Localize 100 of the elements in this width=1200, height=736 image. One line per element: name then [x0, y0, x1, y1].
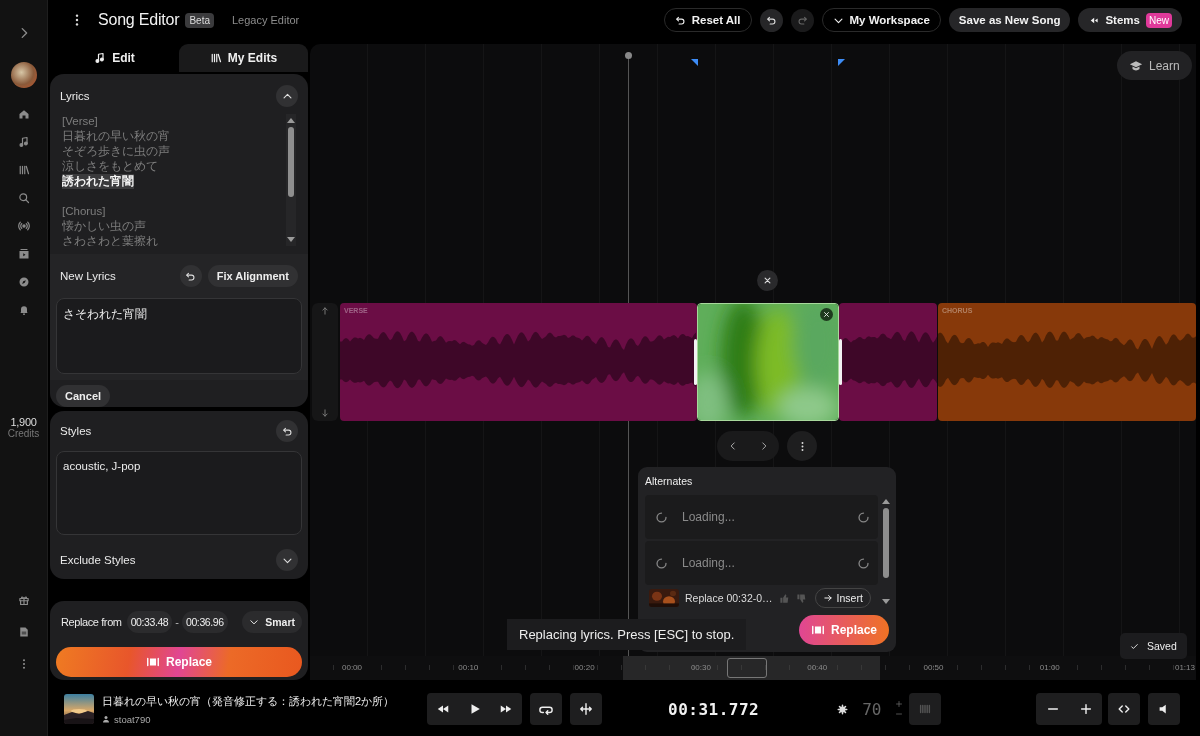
undo-button[interactable]: [179, 265, 202, 287]
artist-name: stoat790: [114, 713, 151, 725]
undo-icon: [674, 14, 686, 26]
playhead-handle[interactable]: [625, 52, 632, 59]
time-label: 00:00: [342, 663, 363, 672]
fix-alignment-button[interactable]: Fix Alignment: [207, 265, 298, 287]
range-separator: -: [175, 616, 179, 628]
audio-clip[interactable]: [839, 303, 937, 421]
start-time-field[interactable]: 00:33.48: [126, 611, 173, 633]
code-icon: [1117, 702, 1131, 716]
avatar[interactable]: [10, 62, 37, 88]
status-toast: Replacing lyrics. Press [ESC] to stop.: [507, 619, 747, 650]
spinner-icon: [655, 556, 668, 570]
replace-icon: [146, 655, 160, 669]
section-header: [Chorus]: [62, 204, 106, 219]
chevron-down-icon: [249, 617, 260, 627]
region-marker[interactable]: [691, 59, 698, 66]
styles-field[interactable]: acoustic, J-pop: [56, 451, 302, 535]
spinner-icon: [857, 510, 870, 524]
loading-text: Loading...: [682, 510, 736, 524]
song-title: 日暮れの早い秋の宵（発音修正する：誘われた宵闇2か所）: [102, 693, 395, 709]
new-lyrics-label: New Lyrics: [60, 270, 116, 282]
time-label: 00:50: [923, 663, 944, 672]
section-header: [Verse]: [62, 114, 98, 129]
tab[interactable]: Edit: [50, 44, 179, 72]
volume-button[interactable]: [1148, 693, 1180, 725]
document-icon[interactable]: [17, 626, 30, 638]
region-marker[interactable]: [838, 59, 845, 66]
tab[interactable]: My Edits: [179, 44, 308, 72]
undo-icon: [765, 14, 777, 26]
time-label: 01:13: [1174, 663, 1195, 672]
expand-button[interactable]: [276, 549, 298, 571]
home-icon[interactable]: [17, 108, 30, 120]
broadcast-icon[interactable]: [17, 220, 30, 232]
replace-from-label: Replace from: [61, 616, 122, 628]
credits-count: 1,900: [10, 416, 37, 428]
time-label: 01:00: [1039, 663, 1060, 672]
bars-icon: [918, 702, 933, 716]
thumbs-up-icon[interactable]: [778, 592, 790, 604]
loading-text: Loading...: [682, 556, 736, 570]
styles-label: Styles: [60, 425, 92, 437]
close-button[interactable]: [757, 270, 778, 291]
alternates-heading: Alternates: [645, 475, 694, 487]
music-note-icon[interactable]: [17, 136, 30, 148]
time-label: 00:30: [690, 663, 711, 672]
search-icon[interactable]: [17, 192, 30, 204]
lyric-line: 日暮れの早い秋の宵: [62, 129, 170, 144]
split-icon: [579, 702, 593, 716]
collapse-button[interactable]: [276, 85, 298, 107]
save-as-new-button[interactable]: Save as New Song: [948, 8, 1071, 32]
arrow-right-icon: [822, 593, 833, 603]
split-button[interactable]: [570, 693, 602, 725]
arrow-up-icon[interactable]: [320, 306, 330, 316]
time-label: 00:20: [574, 663, 595, 672]
replace-button[interactable]: Replace: [56, 647, 302, 677]
music-note-icon: [94, 52, 107, 64]
viewport-handle[interactable]: [727, 658, 767, 678]
thumbs-down-icon[interactable]: [795, 592, 807, 604]
alternate-title: Replace 00:32-0…: [685, 592, 773, 604]
learn-button[interactable]: Learn: [1117, 51, 1192, 80]
credits-label: Credits: [7, 428, 40, 439]
video-icon[interactable]: [17, 248, 30, 260]
undo-button[interactable]: [276, 420, 298, 442]
time-label: 00:40: [807, 663, 828, 672]
library-icon[interactable]: [17, 164, 30, 176]
stems-button[interactable]: Stems New: [1078, 8, 1182, 32]
alternate-item[interactable]: Loading...: [645, 541, 878, 585]
trim-handle[interactable]: [694, 339, 697, 385]
undo-icon: [281, 425, 293, 437]
arrow-down-icon[interactable]: [320, 408, 330, 418]
new-badge: New: [1146, 12, 1172, 28]
fit-button[interactable]: [1108, 693, 1140, 725]
redo-icon: [796, 14, 808, 26]
plus-icon: [1078, 702, 1093, 716]
cancel-button[interactable]: Cancel: [56, 385, 111, 407]
beta-badge: Beta: [185, 12, 214, 28]
graduation-cap-icon: [1129, 58, 1143, 73]
trim-handle[interactable]: [839, 339, 842, 385]
undo-button[interactable]: [759, 8, 783, 32]
person-icon: [102, 715, 110, 723]
scrollbar[interactable]: [286, 114, 296, 246]
library-icon: [209, 52, 222, 64]
loop-button[interactable]: [530, 693, 562, 725]
lyrics-heading: Lyrics: [60, 90, 90, 102]
undo-icon: [185, 270, 197, 282]
playback-time: 00:31.772: [668, 699, 760, 719]
new-lyrics-field[interactable]: さそわれた宵闇: [56, 298, 302, 374]
spinner-icon: [655, 510, 668, 524]
mode-dropdown[interactable]: Smart: [242, 611, 302, 633]
alternate-item[interactable]: Loading...: [645, 495, 878, 539]
compass-icon[interactable]: [17, 276, 30, 288]
editor-title: Song Editor: [98, 11, 180, 29]
tempo-value: 70: [862, 699, 882, 719]
end-time-field[interactable]: 00:36.96: [182, 611, 228, 633]
legacy-editor-link[interactable]: Legacy Editor: [232, 14, 300, 26]
lyric-line: さわさわと葉擦れ: [62, 234, 158, 246]
settings-icon[interactable]: [837, 703, 849, 715]
gift-icon[interactable]: [17, 594, 30, 606]
lyric-line: 懐かしい虫の声: [62, 219, 146, 234]
lyric-line: そぞろ歩きに虫の声: [62, 144, 170, 159]
